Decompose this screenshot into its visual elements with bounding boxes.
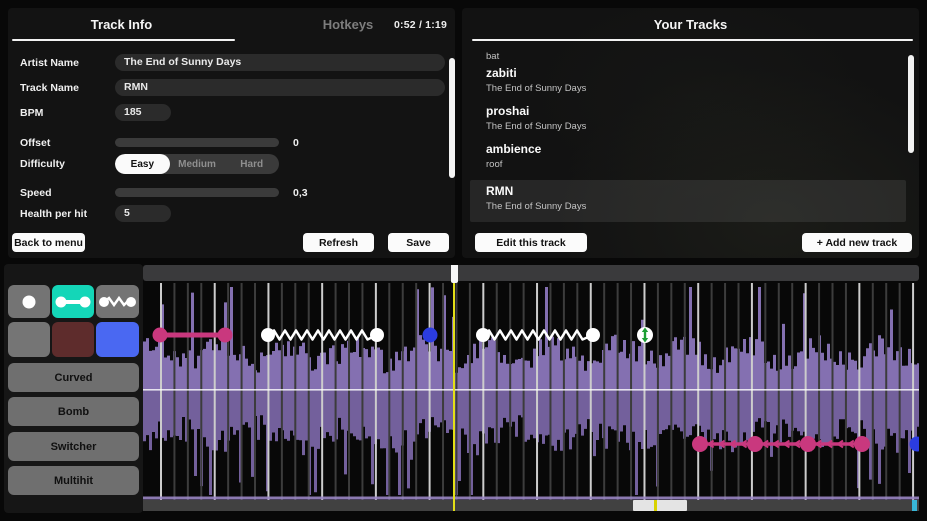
minimap-end-marker	[912, 500, 917, 511]
track-list: bat zabiti The End of Sunny Days proshai The…	[462, 8, 919, 230]
track-name-label: Track Name	[20, 82, 115, 94]
speed-label: Speed	[20, 187, 115, 199]
track-list-item[interactable]: proshai The End of Sunny Days	[470, 100, 906, 136]
difficulty-segmented-control: Easy Medium Hard	[115, 154, 279, 174]
track-item-title: RMN	[486, 184, 906, 198]
track-item-subtitle: roof	[486, 159, 906, 170]
beatmap-editor: Curved Bomb Switcher Multihit	[0, 258, 927, 521]
tap-note-tool-button[interactable]	[8, 285, 50, 318]
track-item-subtitle: The End of Sunny Days	[486, 201, 906, 212]
vibrato-note-tool-button[interactable]	[96, 285, 139, 318]
difficulty-option-easy[interactable]: Easy	[115, 154, 170, 174]
minimap-scrollbar[interactable]	[143, 500, 919, 511]
track-item-title: zabiti	[486, 66, 906, 80]
tab-hotkeys[interactable]: Hotkeys	[288, 17, 408, 32]
back-to-menu-button[interactable]: Back to menu	[12, 233, 85, 252]
vibrato-note-icon	[98, 292, 138, 312]
scrub-position-marker[interactable]	[451, 265, 458, 283]
track-list-item[interactable]: bat	[470, 44, 906, 60]
bpm-label: BPM	[20, 107, 115, 119]
note-tap-blue[interactable]	[423, 328, 438, 343]
speed-slider[interactable]	[115, 188, 279, 197]
speed-value: 0,3	[293, 187, 308, 199]
track-list-item[interactable]: ambience roof	[470, 138, 906, 174]
hold-note-tool-button[interactable]	[52, 285, 94, 318]
minimap-thumb[interactable]	[633, 500, 687, 511]
color-swatch-maroon[interactable]	[52, 322, 94, 357]
health-per-hit-input[interactable]: 5	[115, 205, 171, 222]
track-info-scrollbar[interactable]	[449, 58, 455, 178]
track-item-subtitle: bat	[486, 51, 906, 62]
track-item-title: ambience	[486, 142, 906, 156]
track-list-item[interactable]: RMN The End of Sunny Days	[470, 180, 906, 222]
multihit-tool-button[interactable]: Multihit	[8, 466, 139, 495]
health-per-hit-label: Health per hit	[20, 208, 115, 220]
difficulty-option-medium[interactable]: Medium	[170, 154, 225, 174]
difficulty-option-hard[interactable]: Hard	[224, 154, 279, 174]
color-swatch-gray[interactable]	[8, 322, 50, 357]
track-item-subtitle: The End of Sunny Days	[486, 83, 906, 94]
switcher-tool-button[interactable]: Switcher	[8, 432, 139, 461]
track-list-item[interactable]: zabiti The End of Sunny Days	[470, 62, 906, 98]
bpm-input[interactable]: 185	[115, 104, 171, 121]
tab-track-info[interactable]: Track Info	[8, 17, 235, 32]
waveform-timeline[interactable]	[143, 265, 919, 511]
curved-tool-button[interactable]: Curved	[8, 363, 139, 392]
minimap-playhead-marker	[654, 500, 657, 511]
refresh-button[interactable]: Refresh	[303, 233, 374, 252]
edit-this-track-button[interactable]: Edit this track	[475, 233, 587, 252]
artist-name-input[interactable]: The End of Sunny Days	[115, 54, 445, 71]
offset-value: 0	[293, 137, 299, 149]
track-item-subtitle: The End of Sunny Days	[486, 121, 906, 132]
offset-slider[interactable]	[115, 138, 279, 147]
waveform-canvas[interactable]	[143, 265, 919, 511]
your-tracks-panel: Your Tracks batzabitiThe End of Sunny Da…	[462, 8, 919, 258]
active-tab-underline	[12, 39, 235, 41]
difficulty-label: Difficulty	[20, 158, 115, 170]
note-switcher[interactable]	[637, 327, 653, 343]
hold-note-icon	[54, 292, 92, 312]
save-button[interactable]: Save	[388, 233, 449, 252]
offset-label: Offset	[20, 137, 115, 149]
tap-note-icon	[14, 292, 44, 312]
playhead-line	[453, 283, 455, 511]
time-display: 0:52 / 1:19	[394, 19, 447, 31]
color-swatch-blue[interactable]	[96, 322, 139, 357]
add-new-track-button[interactable]: + Add new track	[802, 233, 912, 252]
artist-name-label: Artist Name	[20, 57, 115, 69]
your-tracks-scrollbar[interactable]	[908, 55, 914, 153]
track-info-panel: Track Info Hotkeys 0:52 / 1:19 Artist Na…	[8, 8, 455, 258]
track-name-input[interactable]: RMN	[115, 79, 445, 96]
track-item-title: proshai	[486, 104, 906, 118]
bomb-tool-button[interactable]: Bomb	[8, 397, 139, 426]
